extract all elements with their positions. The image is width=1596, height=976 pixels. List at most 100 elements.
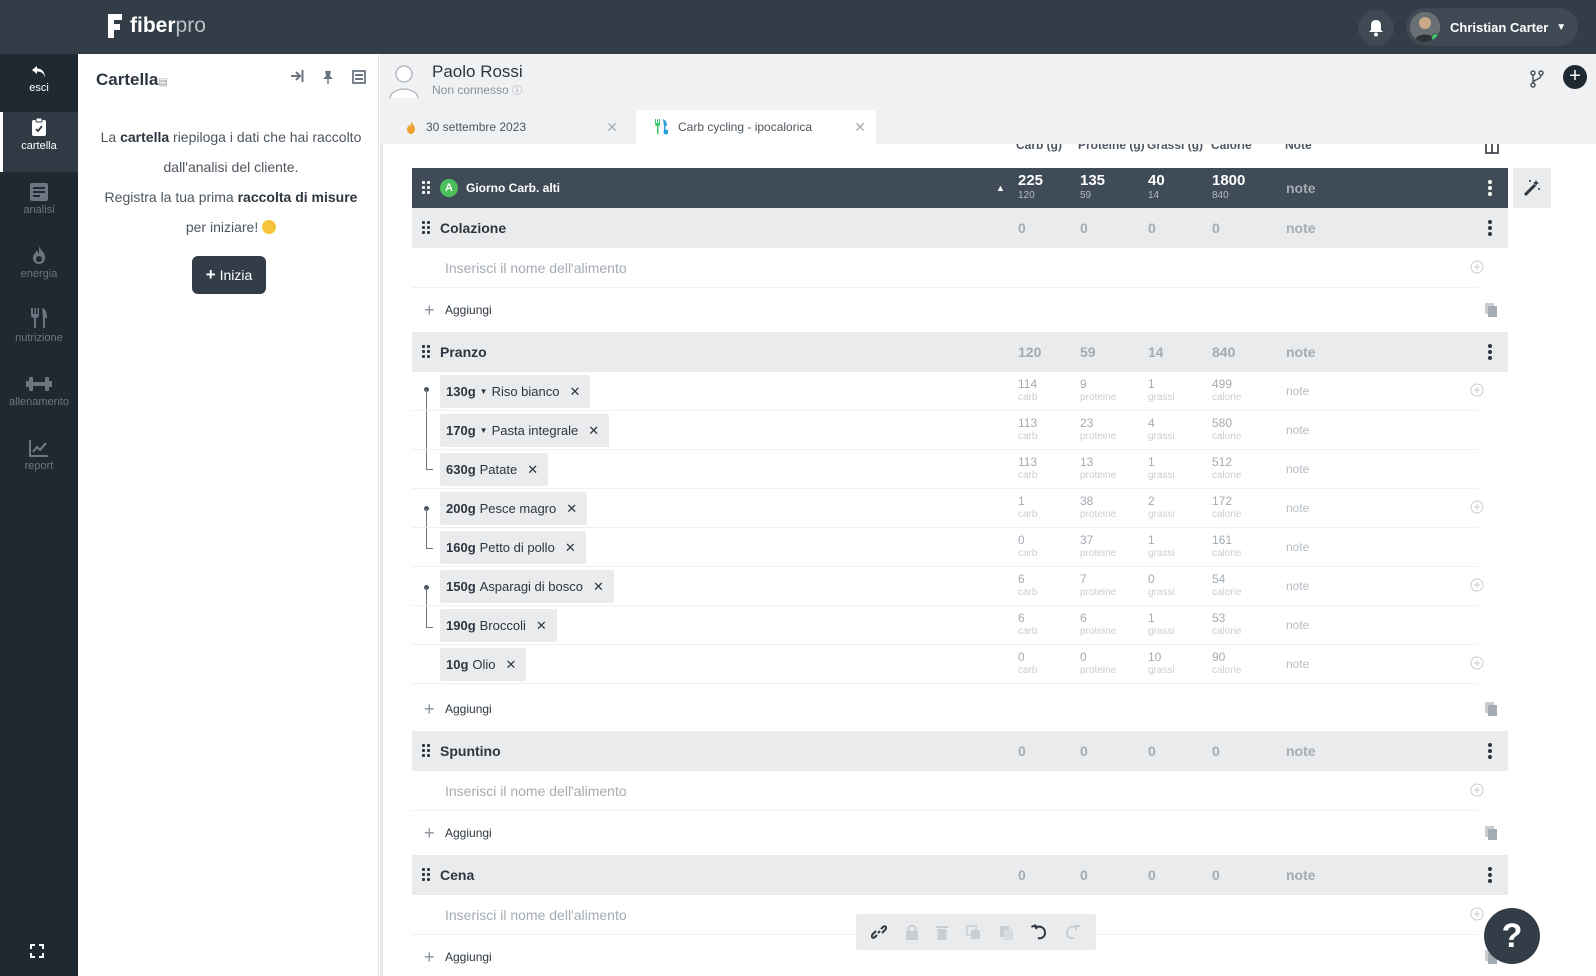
food-cal: 499 calorie — [1212, 377, 1242, 404]
add-circle-icon[interactable] — [1470, 578, 1484, 592]
meal-header-cena[interactable]: Cena 0 0 0 0 note — [412, 855, 1508, 895]
add-button[interactable]: + — [1563, 65, 1587, 89]
add-circle-icon[interactable] — [1470, 783, 1484, 797]
fullscreen-icon[interactable] — [30, 944, 44, 958]
meal-title: Colazione — [440, 220, 507, 236]
nav-report[interactable]: report — [0, 432, 78, 492]
food-chip[interactable]: 190g Broccoli ✕ — [440, 609, 557, 642]
meal-note[interactable]: note — [1286, 867, 1316, 883]
remove-food-icon[interactable]: ✕ — [593, 579, 604, 595]
food-chip[interactable]: 130g ▼ Riso bianco ✕ — [440, 375, 591, 408]
more-options-icon[interactable] — [1488, 344, 1492, 360]
nav-allenamento[interactable]: allenamento — [0, 368, 78, 428]
user-menu[interactable]: Christian Carter ▼ — [1406, 8, 1578, 46]
nav-nutrizione[interactable]: nutrizione — [0, 304, 78, 364]
avatar — [1410, 12, 1440, 42]
undo-icon[interactable] — [1031, 924, 1047, 940]
collapse-caret-icon[interactable]: ▲ — [996, 183, 1005, 193]
food-note[interactable]: note — [1286, 579, 1309, 593]
drag-handle-icon[interactable] — [422, 744, 430, 758]
branch-icon[interactable] — [1530, 70, 1544, 88]
add-circle-icon[interactable] — [1470, 260, 1484, 274]
meal-header-pranzo[interactable]: Pranzo 120 59 14 840 note — [412, 332, 1508, 372]
meal-note[interactable]: note — [1286, 220, 1316, 236]
link-icon[interactable] — [870, 924, 887, 940]
day-header[interactable]: A Giorno Carb. alti ▲ 225 120 135 59 40 14 … — [412, 168, 1508, 208]
drag-handle-icon[interactable] — [422, 868, 430, 882]
add-circle-icon[interactable] — [1470, 500, 1484, 514]
chevron-down-icon[interactable]: ▼ — [480, 387, 488, 396]
food-note[interactable]: note — [1286, 384, 1309, 398]
back-arrow-icon — [32, 66, 45, 78]
more-options-icon[interactable] — [1488, 867, 1492, 883]
collapse-panel-icon[interactable] — [290, 70, 304, 82]
food-qty: 10g — [446, 657, 469, 672]
meal-header-spuntino[interactable]: Spuntino 0 0 0 0 note — [412, 731, 1508, 771]
remove-food-icon[interactable]: ✕ — [566, 501, 577, 517]
redo-icon[interactable] — [1065, 924, 1081, 940]
add-food-row[interactable]: + Aggiungi — [412, 288, 1508, 332]
add-circle-icon[interactable] — [1470, 907, 1484, 921]
food-chip[interactable]: 200g Pesce magro ✕ — [440, 492, 588, 525]
more-options-icon[interactable] — [1488, 180, 1492, 196]
food-note[interactable]: note — [1286, 618, 1309, 632]
drag-handle-icon[interactable] — [422, 221, 430, 235]
paste-icon[interactable] — [1484, 701, 1498, 717]
food-search-input[interactable]: Inserisci il nome dell'alimento — [412, 771, 1484, 811]
close-tab-icon[interactable]: ✕ — [606, 119, 618, 136]
meal-note[interactable]: note — [1286, 344, 1316, 360]
meal-prot: 0 — [1080, 220, 1088, 236]
drag-handle-icon[interactable] — [422, 345, 430, 359]
remove-food-icon[interactable]: ✕ — [527, 462, 538, 478]
tab-diet-plan[interactable]: Carb cycling - ipocalorica ✕ — [636, 110, 876, 144]
layout-icon[interactable] — [352, 70, 366, 84]
add-food-row[interactable]: + Aggiungi — [412, 811, 1508, 855]
remove-food-icon[interactable]: ✕ — [565, 540, 576, 556]
meal-note[interactable]: note — [1286, 743, 1316, 759]
add-food-row[interactable]: + Aggiungi — [412, 687, 1508, 731]
tab-date[interactable]: 30 settembre 2023 ✕ — [388, 110, 628, 144]
food-chip[interactable]: 170g ▼ Pasta integrale ✕ — [440, 414, 610, 447]
food-qty: 150g — [446, 579, 476, 594]
pin-icon[interactable] — [322, 70, 334, 84]
trash-icon[interactable] — [936, 925, 949, 940]
nav-cartella[interactable]: cartella — [0, 112, 78, 172]
remove-food-icon[interactable]: ✕ — [536, 618, 547, 634]
drag-handle-icon[interactable] — [422, 181, 430, 195]
food-note[interactable]: note — [1286, 540, 1309, 554]
day-note[interactable]: note — [1286, 180, 1316, 196]
food-chip[interactable]: 150g Asparagi di bosco ✕ — [440, 570, 614, 603]
nav-energia[interactable]: energia — [0, 240, 78, 300]
paste-icon[interactable] — [999, 925, 1014, 940]
more-options-icon[interactable] — [1488, 220, 1492, 236]
remove-food-icon[interactable]: ✕ — [570, 384, 581, 400]
nav-analisi[interactable]: analisi — [0, 176, 78, 236]
inizia-button[interactable]: + Inizia — [192, 256, 266, 294]
paste-icon[interactable] — [1484, 825, 1498, 841]
add-circle-icon[interactable] — [1470, 656, 1484, 670]
food-note[interactable]: note — [1286, 462, 1309, 476]
food-note[interactable]: note — [1286, 423, 1309, 437]
lock-icon[interactable] — [905, 924, 919, 940]
copy-icon[interactable] — [966, 924, 981, 940]
meal-header-colazione[interactable]: Colazione 0 0 0 0 note — [412, 208, 1508, 248]
columns-icon[interactable] — [1485, 144, 1499, 154]
chevron-down-icon[interactable]: ▼ — [480, 426, 488, 435]
food-chip[interactable]: 630g Patate ✕ — [440, 453, 549, 486]
food-chip[interactable]: 10g Olio ✕ — [440, 648, 527, 681]
food-chip[interactable]: 160g Petto di pollo ✕ — [440, 531, 586, 564]
food-note[interactable]: note — [1286, 657, 1309, 671]
notifications-button[interactable] — [1358, 10, 1394, 46]
paste-icon[interactable] — [1484, 302, 1498, 318]
more-options-icon[interactable] — [1488, 743, 1492, 759]
magic-wand-button[interactable] — [1513, 168, 1551, 208]
help-button[interactable]: ? — [1484, 908, 1540, 964]
app-logo[interactable]: fiber pro — [104, 12, 206, 40]
close-tab-icon[interactable]: ✕ — [854, 119, 866, 136]
remove-food-icon[interactable]: ✕ — [588, 423, 599, 439]
food-search-input[interactable]: Inserisci il nome dell'alimento — [412, 248, 1484, 288]
remove-food-icon[interactable]: ✕ — [506, 657, 517, 673]
nav-esci[interactable]: esci — [0, 54, 78, 114]
food-note[interactable]: note — [1286, 501, 1309, 515]
add-circle-icon[interactable] — [1470, 383, 1484, 397]
